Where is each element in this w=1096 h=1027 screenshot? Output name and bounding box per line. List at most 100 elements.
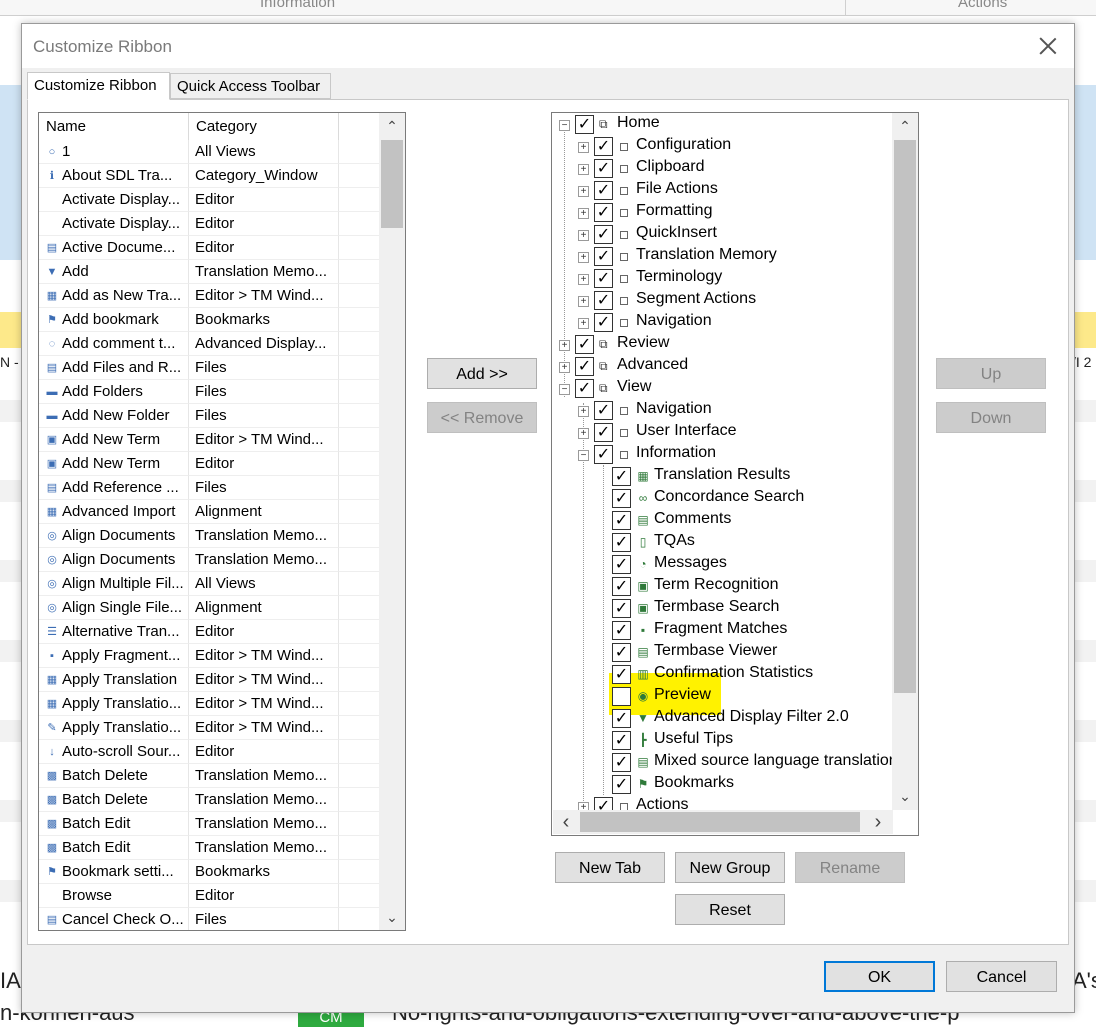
expand-icon[interactable]: + <box>578 186 589 197</box>
command-row[interactable]: ▤ Add Files and R... Files <box>39 356 379 380</box>
tree-node[interactable]: ✓ ▤ Mixed source language translation <box>552 752 898 774</box>
scroll-down-arrow-icon[interactable]: ⌄ <box>892 783 918 809</box>
commands-vertical-scrollbar[interactable]: ⌃ ⌄ <box>379 113 405 930</box>
command-row[interactable]: ▩ Batch Delete Translation Memo... <box>39 788 379 812</box>
checkbox[interactable]: ✓ <box>612 467 631 486</box>
checkbox[interactable]: ✓ <box>612 577 631 596</box>
collapse-icon[interactable]: − <box>578 450 589 461</box>
checkbox[interactable]: ✓ <box>594 159 613 178</box>
column-header-name[interactable]: Name <box>39 113 189 140</box>
tree-node[interactable]: ✓ ▯ TQAs <box>552 532 892 554</box>
collapse-icon[interactable]: − <box>559 120 570 131</box>
command-row[interactable]: ▤ Cancel Check O... Files <box>39 908 379 930</box>
tree-node[interactable]: ✓ ▣ Termbase Search <box>552 598 892 620</box>
tree-node[interactable]: − ✓ ⧉ Home <box>552 114 892 136</box>
tree-node[interactable]: + ✓ Clipboard <box>552 158 892 180</box>
checkbox[interactable]: ✓ <box>612 775 631 794</box>
checkbox[interactable]: ✓ <box>594 291 613 310</box>
checkbox[interactable]: ✓ <box>594 313 613 332</box>
checkbox[interactable]: ✓ <box>594 401 613 420</box>
add-button[interactable]: Add >> <box>427 358 537 389</box>
command-row[interactable]: ▬ Add Folders Files <box>39 380 379 404</box>
checkbox[interactable]: ✓ <box>612 511 631 530</box>
command-row[interactable]: ▣ Add New Term Editor > TM Wind... <box>39 428 379 452</box>
tree-node[interactable]: + ✓ Navigation <box>552 312 892 334</box>
command-row[interactable]: Activate Display... Editor <box>39 212 379 236</box>
tree-horizontal-scrollbar[interactable]: ‹ › <box>553 810 893 834</box>
command-row[interactable]: ◎ Align Single File... Alignment <box>39 596 379 620</box>
tree-node[interactable]: ◉ Preview <box>552 686 892 708</box>
checkbox[interactable]: ✓ <box>612 731 631 750</box>
expand-icon[interactable]: + <box>578 296 589 307</box>
tree-node[interactable]: + ✓ QuickInsert <box>552 224 892 246</box>
scroll-down-arrow-icon[interactable]: ⌄ <box>379 904 405 930</box>
tree-vertical-scrollbar[interactable]: ⌃ ⌄ <box>892 113 918 810</box>
tree-node[interactable]: ✓ ▤ Termbase Viewer <box>552 642 892 664</box>
checkbox[interactable]: ✓ <box>612 533 631 552</box>
command-row[interactable]: ◌ Add comment t... Advanced Display... <box>39 332 379 356</box>
tree-node[interactable]: + ✓ File Actions <box>552 180 892 202</box>
command-row[interactable]: ✎ Apply Translatio... Editor > TM Wind... <box>39 716 379 740</box>
expand-icon[interactable]: + <box>578 318 589 329</box>
commands-list[interactable]: Name Category ○ 1 All Views ℹ About SDL Tra.… <box>38 112 406 931</box>
expand-icon[interactable]: + <box>559 362 570 373</box>
tree-node[interactable]: ✓ ▪ Fragment Matches <box>552 620 892 642</box>
new-group-button[interactable]: New Group <box>675 852 785 883</box>
scroll-left-arrow-icon[interactable]: ‹ <box>553 809 579 835</box>
expand-icon[interactable]: + <box>578 406 589 417</box>
new-tab-button[interactable]: New Tab <box>555 852 665 883</box>
remove-button[interactable]: << Remove <box>427 402 537 433</box>
command-row[interactable]: ▤ Add Reference ... Files <box>39 476 379 500</box>
expand-icon[interactable]: + <box>578 230 589 241</box>
command-row[interactable]: ▦ Advanced Import Alignment <box>39 500 379 524</box>
checkbox[interactable]: ✓ <box>612 665 631 684</box>
command-row[interactable]: ▦ Apply Translatio... Editor > TM Wind... <box>39 692 379 716</box>
scroll-up-arrow-icon[interactable]: ⌃ <box>379 113 405 139</box>
command-row[interactable]: ⚑ Add bookmark Bookmarks <box>39 308 379 332</box>
tree-node[interactable]: + ✓ Navigation <box>552 400 892 422</box>
checkbox[interactable]: ✓ <box>612 643 631 662</box>
command-row[interactable]: ▬ Add New Folder Files <box>39 404 379 428</box>
checkbox[interactable]: ✓ <box>594 137 613 156</box>
command-row[interactable]: ▤ Active Docume... Editor <box>39 236 379 260</box>
expand-icon[interactable]: + <box>578 252 589 263</box>
tree-node[interactable]: + ✓ Formatting <box>552 202 892 224</box>
command-row[interactable]: ▪ Apply Fragment... Editor > TM Wind... <box>39 644 379 668</box>
tree-node[interactable]: ✓ ◔ Messages <box>552 554 892 576</box>
command-row[interactable]: ◎ Align Documents Translation Memo... <box>39 548 379 572</box>
command-row[interactable]: Activate Display... Editor <box>39 188 379 212</box>
command-row[interactable]: ↓ Auto-scroll Sour... Editor <box>39 740 379 764</box>
reset-button[interactable]: Reset <box>675 894 785 925</box>
checkbox[interactable]: ✓ <box>612 555 631 574</box>
tab-quick-access-toolbar[interactable]: Quick Access Toolbar <box>170 73 331 99</box>
collapse-icon[interactable]: − <box>559 384 570 395</box>
checkbox[interactable] <box>612 687 631 706</box>
tree-node[interactable]: ✓ ∞ Concordance Search <box>552 488 892 510</box>
command-row[interactable]: ▼ Add Translation Memo... <box>39 260 379 284</box>
tree-node[interactable]: ✓ ▤ Comments <box>552 510 892 532</box>
command-row[interactable]: ℹ About SDL Tra... Category_Window <box>39 164 379 188</box>
tree-node[interactable]: ✓ ▥ Confirmation Statistics <box>552 664 892 686</box>
ok-button[interactable]: OK <box>824 961 935 992</box>
tab-customize-ribbon[interactable]: Customize Ribbon <box>27 72 170 100</box>
move-up-button[interactable]: Up <box>936 358 1046 389</box>
checkbox[interactable]: ✓ <box>594 203 613 222</box>
column-header-category[interactable]: Category <box>189 113 339 140</box>
rename-button[interactable]: Rename <box>795 852 905 883</box>
command-row[interactable]: ▦ Add as New Tra... Editor > TM Wind... <box>39 284 379 308</box>
checkbox[interactable]: ✓ <box>594 225 613 244</box>
tree-node[interactable]: ✓ ▦ Translation Results <box>552 466 892 488</box>
tree-node[interactable]: ✓ ▣ Term Recognition <box>552 576 892 598</box>
command-row[interactable]: ▣ Add New Term Editor <box>39 452 379 476</box>
tree-node[interactable]: + ✓ ⧉ Advanced <box>552 356 892 378</box>
checkbox[interactable]: ✓ <box>612 599 631 618</box>
tree-node[interactable]: ✓ ⚑ Bookmarks <box>552 774 892 796</box>
checkbox[interactable]: ✓ <box>575 335 594 354</box>
cancel-button[interactable]: Cancel <box>946 961 1057 992</box>
command-row[interactable]: ○ 1 All Views <box>39 140 379 164</box>
ribbon-tree[interactable]: − ✓ ⧉ Home + ✓ Configuration + ✓ Clipboard + ✓ File … <box>551 112 919 836</box>
checkbox[interactable]: ✓ <box>594 445 613 464</box>
command-row[interactable]: ☰ Alternative Tran... Editor <box>39 620 379 644</box>
scroll-up-arrow-icon[interactable]: ⌃ <box>892 113 918 139</box>
tree-node[interactable]: + ✓ ⧉ Review <box>552 334 892 356</box>
